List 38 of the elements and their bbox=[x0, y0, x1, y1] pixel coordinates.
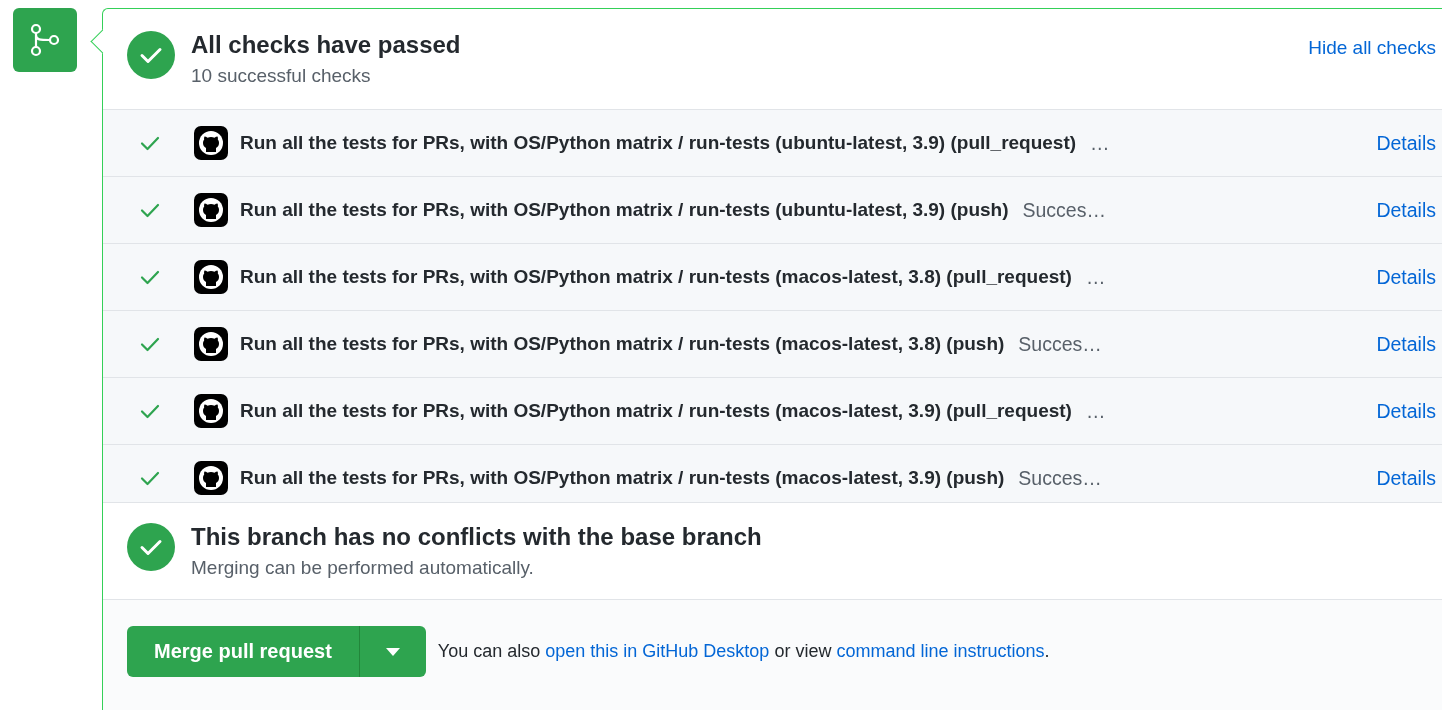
check-status: … bbox=[1085, 399, 1107, 423]
check-name: Run all the tests for PRs, with OS/Python matrix / run-tests (macos-latest, 3.8) (pull_request) bbox=[240, 266, 1072, 288]
branch-icon bbox=[13, 8, 77, 72]
check-name: Run all the tests for PRs, with OS/Python matrix / run-tests (macos-latest, 3.8) (push) bbox=[240, 333, 1005, 355]
check-status: … bbox=[1085, 265, 1107, 289]
check-status: … bbox=[1090, 131, 1111, 155]
app-logo-icon bbox=[194, 260, 228, 294]
details-link[interactable]: Details bbox=[1376, 131, 1436, 155]
details-link[interactable]: Details bbox=[1376, 399, 1436, 423]
check-status: Succes… bbox=[1022, 198, 1107, 222]
check-circle-icon bbox=[127, 523, 175, 571]
app-logo-icon bbox=[194, 327, 228, 361]
details-link[interactable]: Details bbox=[1376, 198, 1436, 222]
command-line-link[interactable]: command line instructions bbox=[836, 641, 1045, 661]
details-link[interactable]: Details bbox=[1376, 332, 1436, 356]
merge-hint-text: You can also open this in GitHub Desktop or view command line instructions. bbox=[437, 640, 1050, 663]
app-logo-icon bbox=[194, 461, 228, 495]
check-name: Run all the tests for PRs, with OS/Python matrix / run-tests (macos-latest, 3.9) (push) bbox=[240, 467, 1005, 489]
app-logo-icon bbox=[194, 394, 228, 428]
check-name: Run all the tests for PRs, with OS/Python matrix / run-tests (ubuntu-latest, 3.9) (pull_request) bbox=[240, 132, 1077, 154]
hide-checks-link[interactable]: Hide all checks bbox=[1308, 31, 1436, 59]
caret-icon bbox=[385, 647, 400, 656]
check-name: Run all the tests for PRs, with OS/Python matrix / run-tests (ubuntu-latest, 3.9) (push) bbox=[240, 199, 1009, 221]
merge-button[interactable]: Merge pull request bbox=[127, 626, 360, 677]
merge-status-title: This branch has no conflicts with the base branch bbox=[191, 523, 763, 551]
details-link[interactable]: Details bbox=[1376, 265, 1436, 289]
details-link[interactable]: Details bbox=[1376, 466, 1436, 490]
desktop-link[interactable]: open this in GitHub Desktop bbox=[545, 641, 770, 661]
checks-title: All checks have passed bbox=[191, 31, 462, 59]
merge-status-subtitle: Merging can be performed automatically. bbox=[191, 557, 535, 579]
check-name: Run all the tests for PRs, with OS/Python matrix / run-tests (macos-latest, 3.9) (pull_request) bbox=[240, 400, 1072, 422]
checks-subtitle: 10 successful checks bbox=[191, 65, 372, 87]
check-status: Succes… bbox=[1018, 466, 1103, 490]
merge-options-button[interactable] bbox=[359, 626, 426, 677]
app-logo-icon bbox=[194, 126, 228, 160]
check-status: Succes… bbox=[1018, 332, 1103, 356]
check-circle-icon bbox=[127, 31, 175, 79]
app-logo-icon bbox=[194, 193, 228, 227]
